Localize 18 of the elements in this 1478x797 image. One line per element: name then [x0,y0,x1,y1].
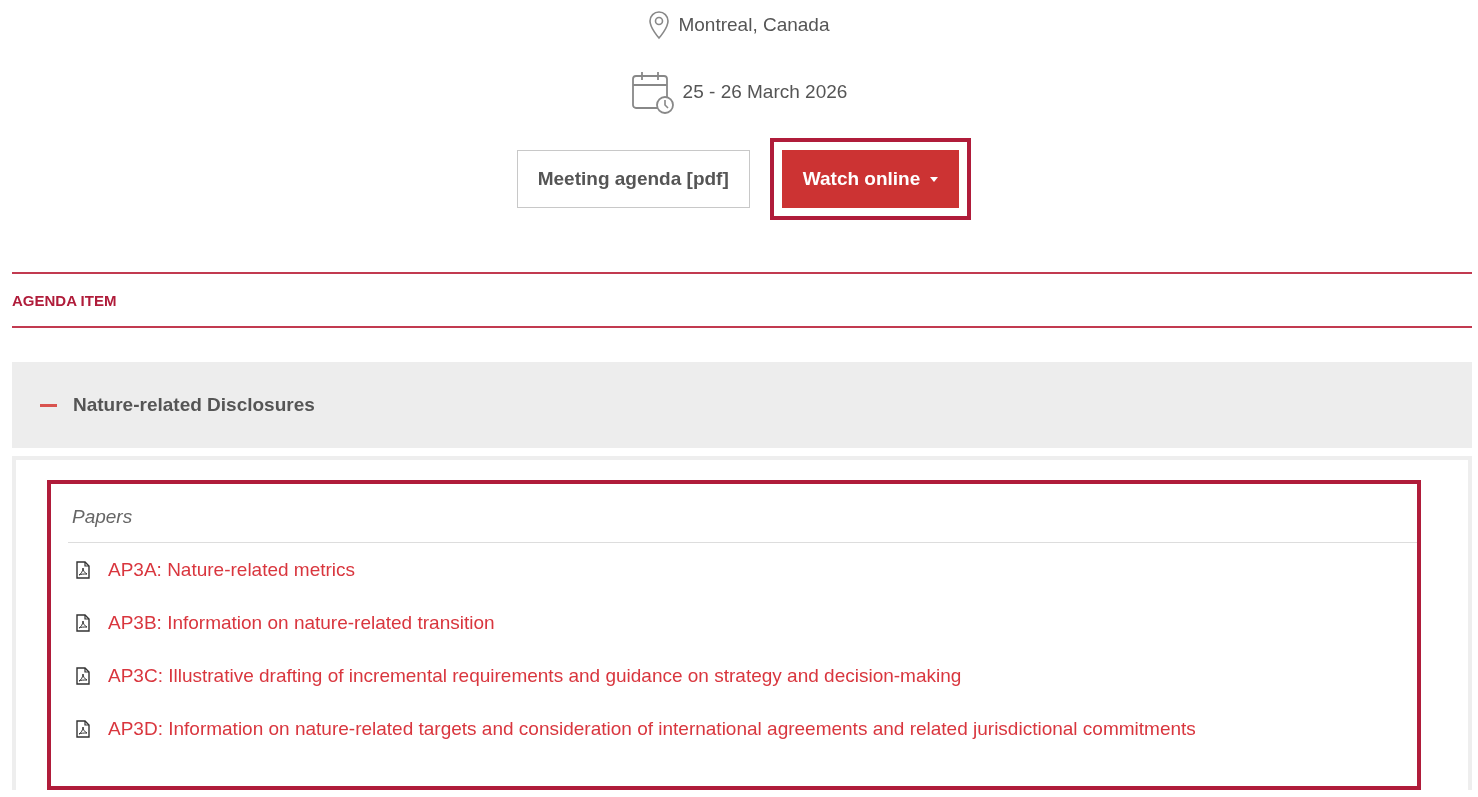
paper-link[interactable]: AP3B: Information on nature-related transition [108,611,495,634]
paper-link[interactable]: AP3A: Nature-related metrics [108,558,356,581]
section-heading: AGENDA ITEM [12,291,117,309]
paper-link[interactable]: AP3C: Illustrative drafting of incremental requirements and guidance on strategy and decision-making [108,664,962,687]
location-text: Montreal, Canada [678,14,830,36]
papers-heading: Papers [68,506,1417,543]
calendar-clock-icon [630,70,675,114]
date-text: 25 - 26 March 2026 [682,81,848,103]
pdf-file-icon [76,560,90,579]
accordion-header[interactable]: Nature-related Disclosures [12,362,1472,448]
pdf-file-icon [76,666,90,685]
location-pin-icon [648,10,671,40]
watch-dropdown-button[interactable]: Watch online [781,150,960,208]
paper-link[interactable]: AP3D: Information on nature-related targets and consideration of international agreements and related jurisdictional commitments [108,717,1196,740]
caret-icon [930,176,939,182]
pdf-file-icon [76,719,90,738]
pdf-file-icon [76,613,90,632]
agenda-pdf-button[interactable]: Meeting agenda [pdf] [516,150,750,208]
